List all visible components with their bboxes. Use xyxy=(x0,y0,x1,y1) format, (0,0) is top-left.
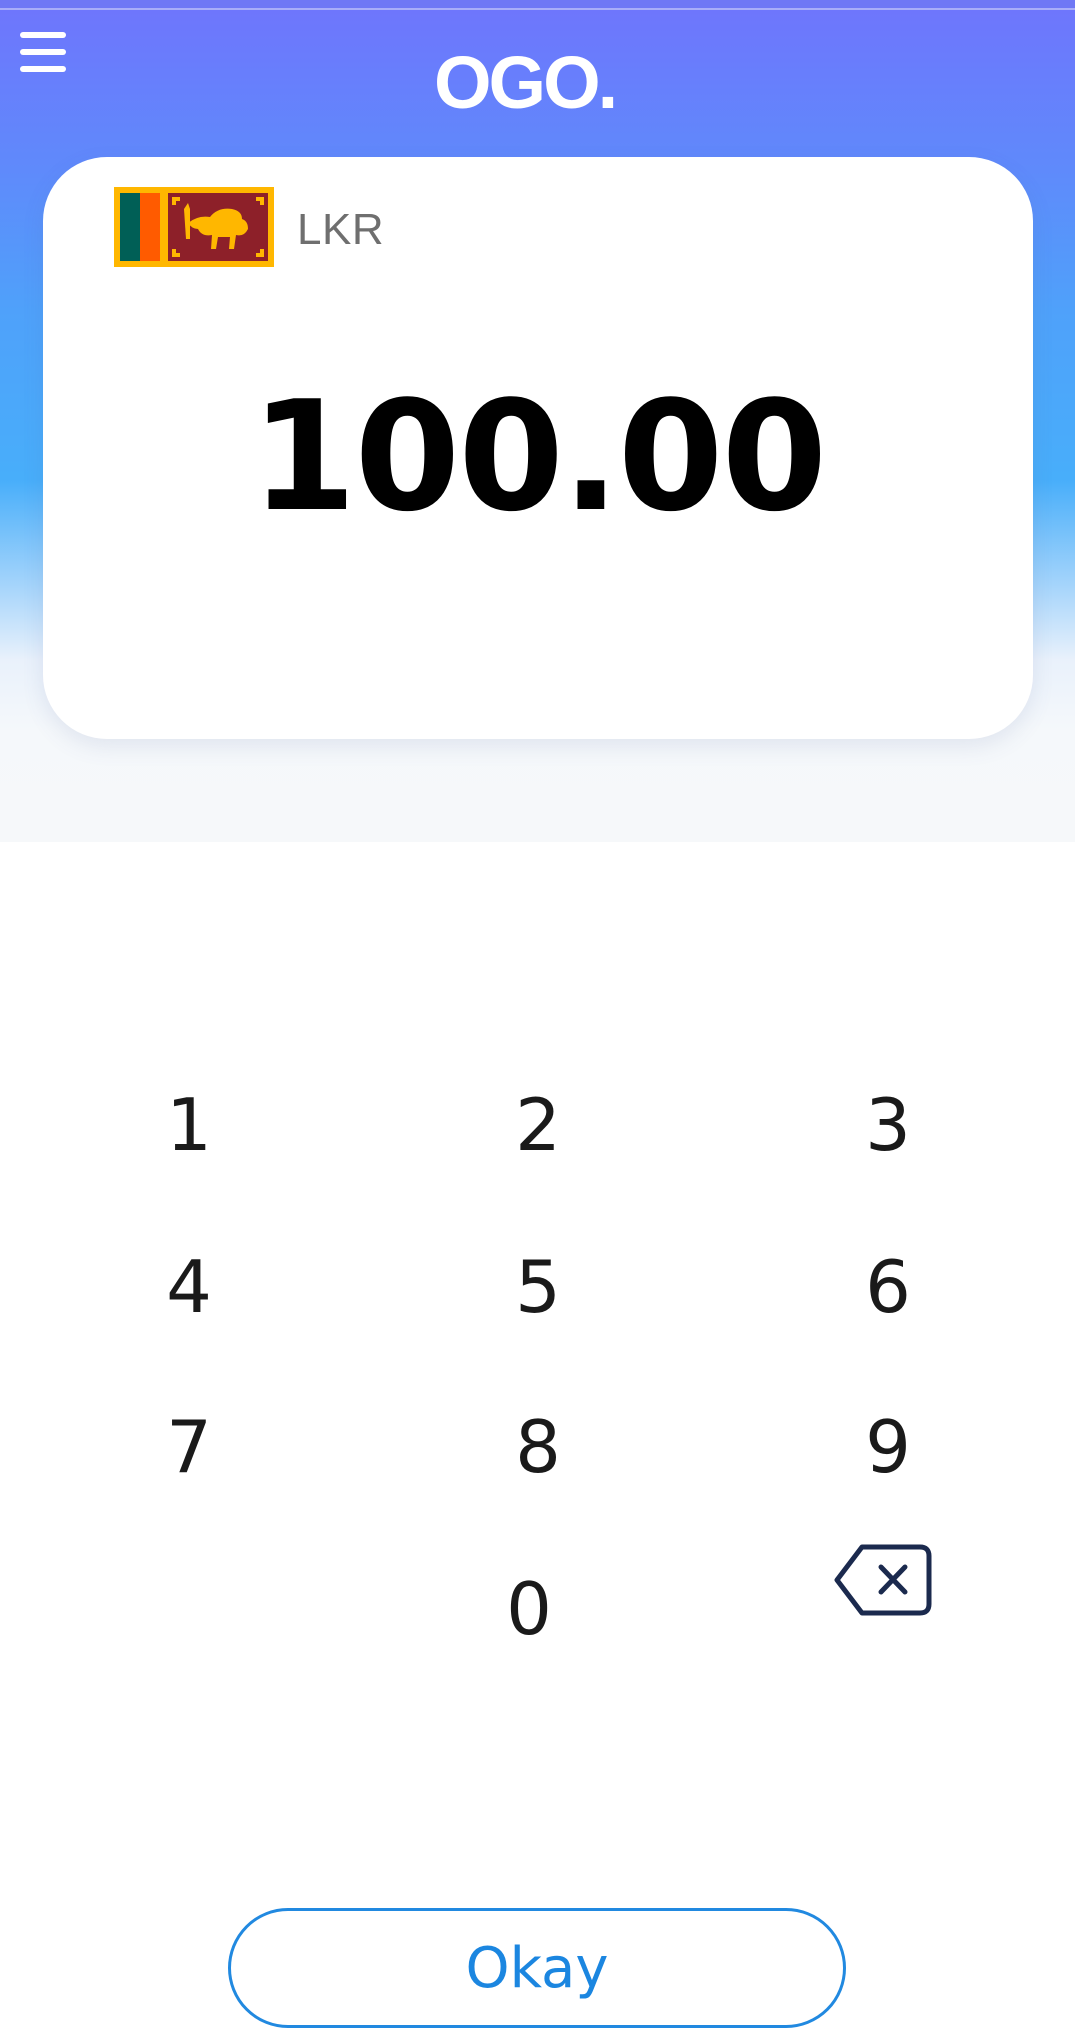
key-2[interactable]: 2 xyxy=(428,1060,648,1190)
amount-card: LKR 100.00 xyxy=(43,157,1033,739)
key-9[interactable]: 9 xyxy=(778,1382,998,1512)
key-6[interactable]: 6 xyxy=(778,1222,998,1352)
backspace-icon[interactable] xyxy=(832,1542,934,1618)
key-5[interactable]: 5 xyxy=(428,1222,648,1352)
sri-lanka-flag-icon[interactable] xyxy=(114,187,274,267)
key-7[interactable]: 7 xyxy=(79,1382,299,1512)
key-3[interactable]: 3 xyxy=(778,1060,998,1190)
ogo-logo: OGO. xyxy=(434,44,618,124)
numeric-keypad: 1 2 3 4 5 6 7 8 9 0 xyxy=(0,1020,1075,1651)
currency-code[interactable]: LKR xyxy=(297,205,384,255)
top-status-line xyxy=(0,0,1075,10)
key-4[interactable]: 4 xyxy=(79,1222,299,1352)
key-0[interactable]: 0 xyxy=(419,1544,639,1674)
hamburger-menu-icon[interactable] xyxy=(18,30,68,76)
ogo-logo-text: OGO. xyxy=(434,44,615,124)
key-1[interactable]: 1 xyxy=(79,1060,299,1190)
amount-display: 100.00 xyxy=(250,368,828,545)
key-8[interactable]: 8 xyxy=(428,1382,648,1512)
okay-button[interactable]: Okay xyxy=(228,1908,846,2028)
